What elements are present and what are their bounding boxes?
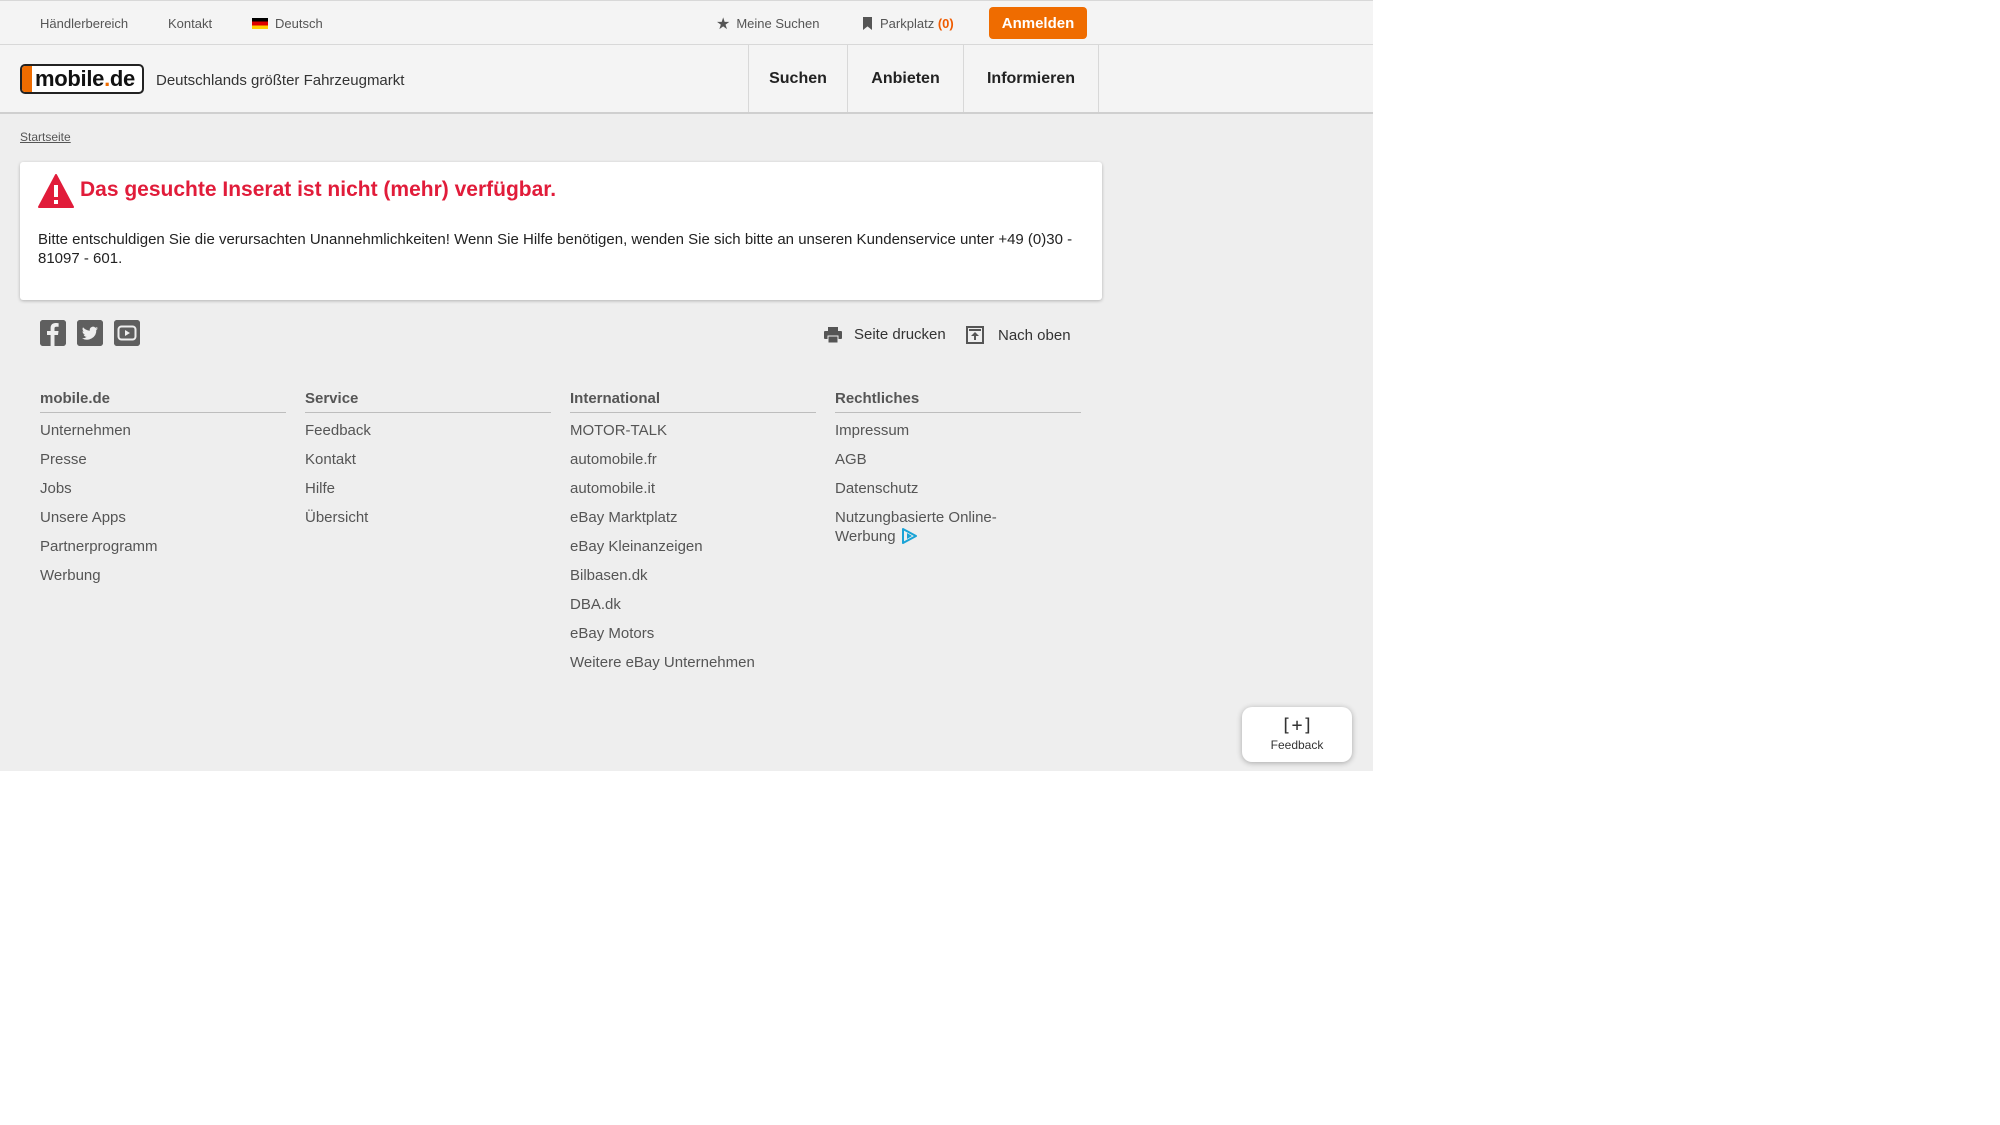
- language-selector[interactable]: Deutsch: [252, 16, 323, 31]
- footer-link[interactable]: Kontakt: [305, 450, 551, 469]
- back-to-top-label: Nach oben: [998, 326, 1071, 344]
- nav-inform[interactable]: Informieren: [963, 45, 1099, 112]
- footer-column-title: Service: [305, 390, 551, 413]
- footer-link[interactable]: Bilbasen.dk: [570, 566, 816, 585]
- footer-column-international: International MOTOR-TALK automobile.fr a…: [570, 390, 816, 682]
- main-header: mobile.de Deutschlands größter Fahrzeugm…: [0, 45, 1373, 114]
- footer-column-title: International: [570, 390, 816, 413]
- language-label: Deutsch: [275, 16, 323, 31]
- arrow-up-icon: [966, 326, 984, 344]
- mobile-de-logo[interactable]: mobile.de: [20, 64, 144, 94]
- parking-label: Parkplatz: [880, 16, 935, 31]
- footer-link[interactable]: automobile.fr: [570, 450, 816, 469]
- adchoices-icon: [900, 528, 918, 549]
- footer-column-mobile-de: mobile.de Unternehmen Presse Jobs Unsere…: [40, 390, 286, 595]
- alert-title: Das gesuchte Inserat ist nicht (mehr) ve…: [80, 178, 557, 201]
- footer-link[interactable]: Impressum: [835, 421, 1081, 440]
- print-label: Seite drucken: [854, 326, 946, 343]
- logo-accent-bar: [22, 66, 32, 92]
- breadcrumb-home[interactable]: Startseite: [20, 130, 71, 144]
- parking-link[interactable]: Parkplatz (0): [863, 16, 954, 31]
- dealer-area-link[interactable]: Händlerbereich: [40, 16, 128, 31]
- footer-link[interactable]: Unternehmen: [40, 421, 286, 440]
- login-button[interactable]: Anmelden: [989, 7, 1087, 39]
- footer-column-title: mobile.de: [40, 390, 286, 413]
- footer-link[interactable]: automobile.it: [570, 479, 816, 498]
- alert-message: Bitte entschuldigen Sie die verursachten…: [38, 231, 1073, 267]
- footer-link[interactable]: AGB: [835, 450, 1081, 469]
- saved-searches-label: Meine Suchen: [736, 16, 820, 31]
- saved-searches-link[interactable]: ★ Meine Suchen: [716, 14, 819, 34]
- page: Händlerbereich Kontakt Deutsch ★ Meine Su…: [0, 0, 1373, 771]
- star-icon: ★: [716, 16, 731, 33]
- footer-column-legal: Rechtliches Impressum AGB Datenschutz Nu…: [835, 390, 1081, 559]
- main-navigation: Suchen Anbieten Informieren: [748, 45, 1099, 112]
- footer-column-title: Rechtliches: [835, 390, 1081, 413]
- listing-unavailable-alert: Das gesuchte Inserat ist nicht (mehr) ve…: [20, 162, 1102, 300]
- contact-link[interactable]: Kontakt: [168, 16, 212, 31]
- footer-link[interactable]: Weitere eBay Unternehmen: [570, 653, 816, 672]
- footer-link[interactable]: MOTOR-TALK: [570, 421, 816, 440]
- feedback-widget-button[interactable]: [+] Feedback: [1242, 707, 1352, 762]
- bookmark-icon: [863, 17, 872, 30]
- footer-link[interactable]: eBay Kleinanzeigen: [570, 537, 816, 556]
- youtube-icon[interactable]: [114, 320, 140, 346]
- footer-link[interactable]: Jobs: [40, 479, 286, 498]
- nav-search[interactable]: Suchen: [748, 45, 847, 112]
- nav-sell[interactable]: Anbieten: [847, 45, 963, 112]
- footer-link[interactable]: eBay Motors: [570, 624, 816, 643]
- footer-link[interactable]: Hilfe: [305, 479, 551, 498]
- footer-link[interactable]: Unsere Apps: [40, 508, 286, 527]
- parking-count: (0): [937, 16, 954, 31]
- twitter-icon[interactable]: [77, 320, 103, 346]
- printer-icon: [824, 326, 842, 343]
- logo-text: mobile.de: [35, 66, 135, 91]
- print-page-link[interactable]: Seite drucken: [824, 326, 946, 343]
- top-utility-bar: Händlerbereich Kontakt Deutsch ★ Meine Su…: [0, 0, 1373, 45]
- tagline: Deutschlands größter Fahrzeugmarkt: [156, 72, 405, 89]
- feedback-widget-label: Feedback: [1270, 738, 1324, 752]
- footer-link[interactable]: eBay Marktplatz: [570, 508, 816, 527]
- footer-column-service: Service Feedback Kontakt Hilfe Übersicht: [305, 390, 551, 537]
- footer-link[interactable]: Presse: [40, 450, 286, 469]
- warning-icon: [38, 174, 74, 213]
- online-advertising-link[interactable]: Nutzungbasierte Online-Werbung: [835, 508, 1005, 549]
- social-links: [40, 320, 140, 346]
- footer-link[interactable]: Feedback: [305, 421, 551, 440]
- footer-link[interactable]: DBA.dk: [570, 595, 816, 614]
- german-flag-icon: [252, 18, 268, 29]
- footer-link[interactable]: Datenschutz: [835, 479, 1081, 498]
- footer-link[interactable]: Werbung: [40, 566, 286, 585]
- facebook-icon[interactable]: [40, 320, 66, 346]
- back-to-top-link[interactable]: Nach oben: [966, 326, 1071, 344]
- footer-link[interactable]: Übersicht: [305, 508, 551, 527]
- feedback-plus-icon: [+]: [1280, 715, 1314, 736]
- footer-link[interactable]: Partnerprogramm: [40, 537, 286, 556]
